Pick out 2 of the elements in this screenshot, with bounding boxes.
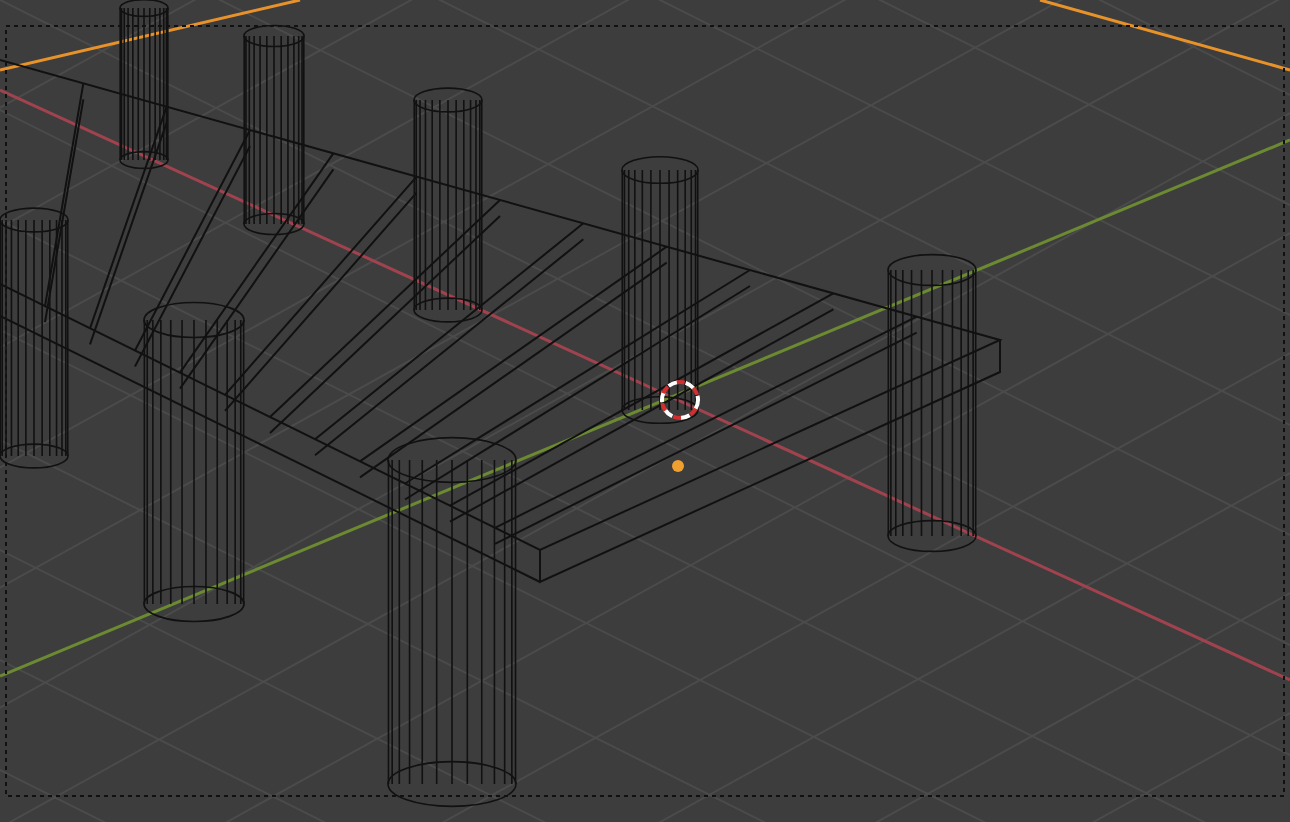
origin-dot-icon bbox=[672, 460, 684, 472]
cursor-icon bbox=[660, 380, 700, 420]
